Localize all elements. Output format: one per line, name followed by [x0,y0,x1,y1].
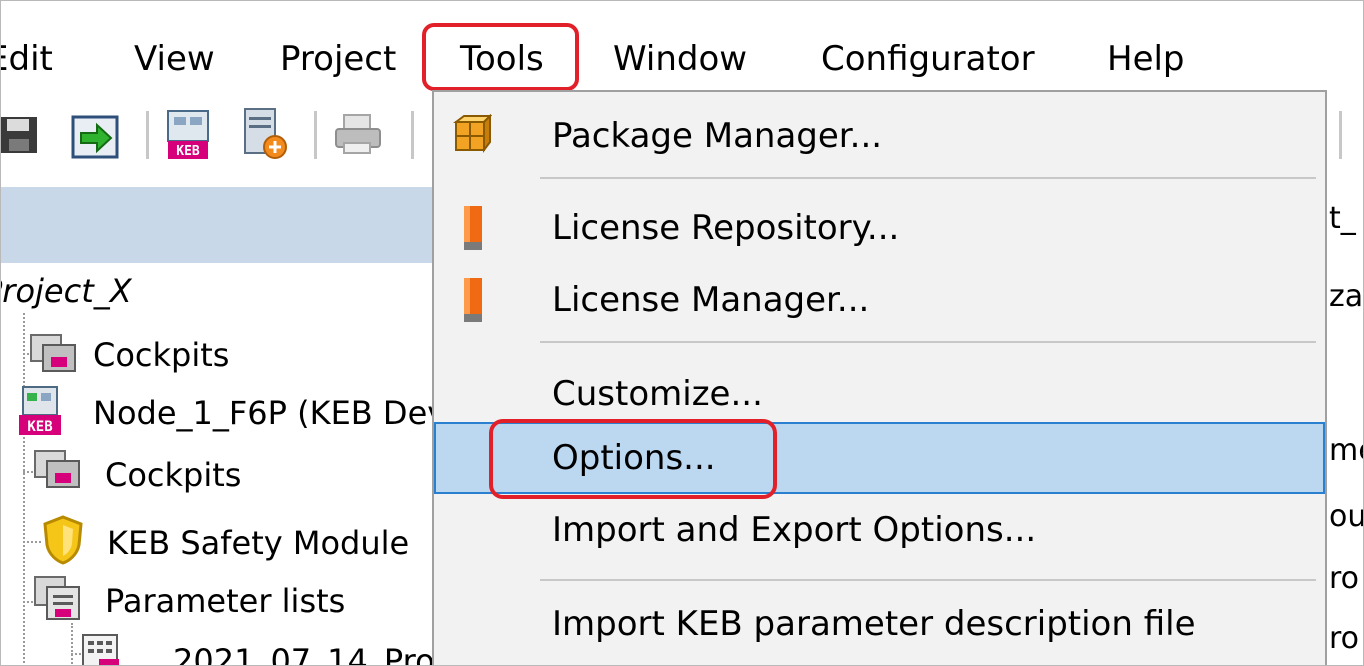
menu-separator [540,177,1316,179]
menu-item-label: Customize... [552,374,763,414]
tree-connector [71,623,73,665]
tree-item-node[interactable]: Node_1_F6P (KEB Dev [93,393,446,433]
tree-item-parameter-lists[interactable]: Parameter lists [105,581,345,621]
right-fragment: ro [1329,621,1360,656]
right-fragment: za [1329,279,1363,314]
keb-device-icon[interactable]: KEB [166,109,214,163]
menu-item-label: Import KEB parameter description file [552,604,1196,644]
parameter-lists-icon [34,576,80,620]
menu-item-label: Package Manager... [552,116,883,156]
tree-item-safety-module[interactable]: KEB Safety Module [107,523,409,563]
cockpits-icon [34,450,80,488]
right-fragment: me [1329,433,1363,468]
save-icon[interactable] [1,113,41,157]
package-icon [453,114,492,153]
menu-project[interactable]: Project [280,37,396,81]
tree-item-cockpits[interactable]: Cockpits [93,335,229,375]
tree-item-parameter-file[interactable]: 2021_07_14_Pro [173,641,435,665]
tree-connector [23,541,41,543]
menu-help[interactable]: Help [1107,37,1185,81]
shield-icon [43,515,83,565]
import-arrow-icon[interactable] [71,111,123,161]
menu-item-license-repository[interactable]: License Repository... [434,192,1325,264]
menu-configurator[interactable]: Configurator [821,37,1035,81]
menu-item-customize[interactable]: Customize... [434,354,1325,426]
menu-item-license-manager[interactable]: License Manager... [434,264,1325,336]
toolbar-separator [411,111,414,159]
menu-separator [540,341,1316,343]
add-document-icon[interactable] [241,107,289,163]
cockpits-icon [30,334,76,372]
license-icon [464,278,482,322]
menu-item-import-keb-parameter[interactable]: Import KEB parameter description file [434,592,1325,664]
svg-text:KEB: KEB [176,144,200,159]
right-fragment: ro [1329,561,1360,596]
tools-menu-highlight [422,23,579,91]
menu-view[interactable]: View [134,37,215,81]
app-window: Edit View Project Tools Window Configura… [0,0,1364,666]
tools-dropdown-menu: Package Manager... License Repository...… [432,90,1327,665]
menu-window[interactable]: Window [613,37,747,81]
project-pane-header [1,187,433,263]
toolbar-separator [1339,111,1342,159]
right-fragment: ou [1329,499,1363,534]
svg-text:KEB: KEB [27,419,52,435]
options-highlight [489,419,777,499]
right-fragment: t_ [1329,201,1356,236]
parameter-list-file-icon [82,634,119,665]
menu-item-label: License Manager... [552,280,870,320]
menu-edit[interactable]: Edit [1,37,53,81]
tree-connector [23,313,25,665]
menu-item-label: License Repository... [552,208,900,248]
print-icon[interactable] [334,113,384,157]
menu-item-label: Import and Export Options... [552,510,1037,550]
menu-item-import-export-options[interactable]: Import and Export Options... [434,500,1325,572]
keb-node-icon: KEB [19,386,61,435]
toolbar-separator [314,111,317,159]
license-icon [464,206,482,250]
tree-item-cockpits-2[interactable]: Cockpits [105,455,241,495]
menu-item-package-manager[interactable]: Package Manager... [434,100,1325,172]
tree-project-root[interactable]: Project_X [1,271,132,311]
toolbar-separator [146,111,149,159]
menu-separator [540,579,1316,581]
